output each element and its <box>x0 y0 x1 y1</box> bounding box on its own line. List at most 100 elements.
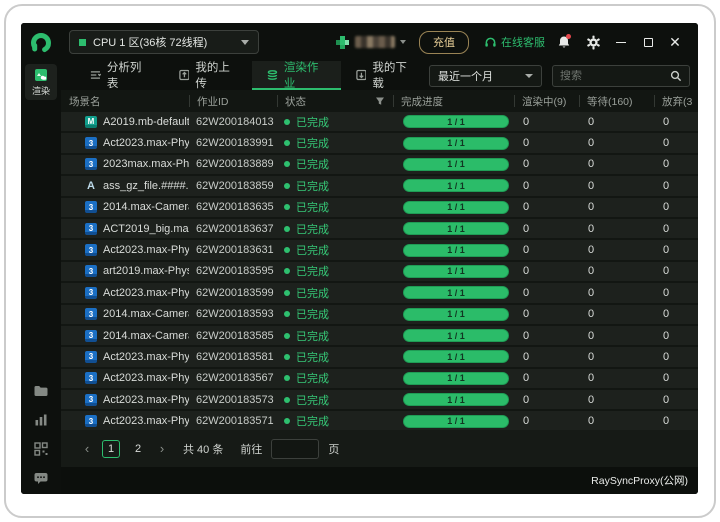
table-row[interactable]: 3 Act2023.max-Phys... 62W200183567 已完成 1… <box>61 369 698 390</box>
table-row[interactable]: 3 2014.max-Camera0... 62W200183593 已完成 1… <box>61 305 698 326</box>
status-dot-icon <box>284 247 290 253</box>
tab-analysis-list[interactable]: 分析列表 <box>75 61 164 90</box>
max-file-icon: 3 <box>85 308 97 320</box>
table-row[interactable]: 3 2023max.max-Phys... 62W200183889 已完成 1… <box>61 155 698 176</box>
search-icon[interactable] <box>670 70 682 82</box>
recharge-button[interactable]: 充值 <box>419 31 469 54</box>
folder-icon[interactable] <box>33 383 49 399</box>
status-cell: 已完成 <box>277 349 393 365</box>
max-file-icon: 3 <box>85 265 97 277</box>
progress-cell: 1 / 1 <box>393 201 514 214</box>
status-cell: 已完成 <box>277 413 393 429</box>
job-id-cell: 62W200183567 <box>189 372 277 384</box>
date-range-dropdown[interactable]: 最近一个月 <box>429 65 542 87</box>
waiting-count: 0 <box>579 158 654 170</box>
job-id-cell: 62W200183595 <box>189 265 277 277</box>
tab-my-downloads[interactable]: 我的下载 <box>341 61 430 90</box>
table-row[interactable]: 3 Act2023.max-Phys... 62W200183631 已完成 1… <box>61 240 698 261</box>
close-button[interactable]: ✕ <box>666 33 684 51</box>
scene-cell: 3 Act2023.max-Phys... <box>61 287 189 299</box>
progress-cell: 1 / 1 <box>393 329 514 342</box>
table-row[interactable]: 3 Act2023.max-Phys... 62W200183571 已完成 1… <box>61 411 698 430</box>
rendering-count: 0 <box>514 244 579 256</box>
zone-indicator-icon <box>79 39 86 46</box>
prev-page-button[interactable]: ‹ <box>81 441 93 456</box>
status-cell: 已完成 <box>277 306 393 322</box>
waiting-count: 0 <box>579 223 654 235</box>
table-row[interactable]: 3 2014.max-Camera0... 62W200183585 已完成 1… <box>61 326 698 347</box>
cpu-zone-dropdown[interactable]: CPU 1 区(36核 72线程) <box>69 30 259 54</box>
search-input[interactable] <box>560 70 670 82</box>
max-file-icon: 3 <box>85 394 97 406</box>
table-row[interactable]: 3 art2019.max-PhysC... 62W200183595 已完成 … <box>61 262 698 283</box>
tab-render-jobs[interactable]: 渲染作业 <box>252 61 341 90</box>
sidebar-item-render[interactable]: 渲染 <box>25 64 57 100</box>
max-file-icon: 3 <box>85 158 97 170</box>
progress-bar: 1 / 1 <box>403 350 509 363</box>
page-button-1[interactable]: 1 <box>102 440 120 458</box>
settings-button[interactable] <box>583 32 603 52</box>
scene-cell: 3 Act2023.max-Phys... <box>61 372 189 384</box>
table-row[interactable]: 3 2014.max-Camera0... 62W200183635 已完成 1… <box>61 198 698 219</box>
filter-controls: 最近一个月 <box>429 61 698 90</box>
column-header-progress: 完成进度 <box>393 95 514 107</box>
minimize-button[interactable] <box>612 33 630 51</box>
status-header-label: 状态 <box>285 95 306 107</box>
job-id-cell: 62W200183859 <box>189 180 277 192</box>
max-file-icon: 3 <box>85 201 97 213</box>
maximize-button[interactable] <box>639 33 657 51</box>
layers-icon <box>267 69 278 81</box>
scene-cell: 3 ACT2019_big.max-... <box>61 223 189 235</box>
waiting-count: 0 <box>579 372 654 384</box>
status-cell: 已完成 <box>277 370 393 386</box>
table-row[interactable]: 3 Act2023.max-Phys... 62W200183581 已完成 1… <box>61 347 698 368</box>
status-label: 已完成 <box>296 178 329 194</box>
table-row[interactable]: A ass_gz_file.####.as... 62W200183859 已完… <box>61 176 698 197</box>
abandoned-count: 0 <box>654 372 698 384</box>
progress-cell: 1 / 1 <box>393 308 514 321</box>
status-dot-icon <box>284 140 290 146</box>
proxy-status-label: RaySyncProxy(公网) <box>591 473 688 488</box>
arnold-file-icon: A <box>85 180 97 192</box>
download-box-icon <box>356 69 367 81</box>
tab-my-uploads[interactable]: 我的上传 <box>164 61 253 90</box>
maya-file-icon: M <box>85 116 97 128</box>
minimize-icon <box>616 42 626 43</box>
job-id-cell: 62W200183635 <box>189 201 277 213</box>
progress-cell: 1 / 1 <box>393 115 514 128</box>
scene-cell: 3 Act2023.max-Phys... <box>61 244 189 256</box>
goto-page-input[interactable] <box>271 439 319 459</box>
abandoned-count: 0 <box>654 265 698 277</box>
online-support-link[interactable]: 在线客服 <box>484 34 545 50</box>
table-row[interactable]: 3 Act2023.max-Phys... 62W200183991 已完成 1… <box>61 133 698 154</box>
funnel-filter-icon[interactable] <box>375 96 385 106</box>
job-id-cell: 62W200183571 <box>189 415 277 427</box>
chat-icon[interactable] <box>33 470 49 486</box>
scene-cell: 3 Act2023.max-Phys... <box>61 415 189 427</box>
table-row[interactable]: 3 Act2023.max-Phys... 62W200183599 已完成 1… <box>61 283 698 304</box>
table-row[interactable]: 3 Act2023.max-Phys... 62W200183573 已完成 1… <box>61 390 698 411</box>
page-button-2[interactable]: 2 <box>129 440 147 458</box>
rendering-count: 0 <box>514 394 579 406</box>
tab-label: 渲染作业 <box>284 59 326 91</box>
table-row[interactable]: M A2019.mb-defaultR... 62W200184013 已完成 … <box>61 112 698 133</box>
scene-name: 2014.max-Camera0... <box>103 201 189 213</box>
job-id-cell: 62W200183599 <box>189 287 277 299</box>
qr-code-icon[interactable] <box>33 441 49 457</box>
progress-cell: 1 / 1 <box>393 393 514 406</box>
bar-chart-icon[interactable] <box>33 412 49 428</box>
username-masked <box>355 36 395 48</box>
table-row[interactable]: 3 ACT2019_big.max-... 62W200183637 已完成 1… <box>61 219 698 240</box>
job-id-cell: 62W200183637 <box>189 223 277 235</box>
page-unit-label: 页 <box>328 441 339 457</box>
job-id-cell: 62W200183889 <box>189 158 277 170</box>
max-file-icon: 3 <box>85 287 97 299</box>
tab-label: 分析列表 <box>107 59 149 91</box>
status-label: 已完成 <box>296 306 329 322</box>
status-cell: 已完成 <box>277 156 393 172</box>
user-menu[interactable] <box>335 35 406 50</box>
progress-bar: 1 / 1 <box>403 222 509 235</box>
next-page-button[interactable]: › <box>156 441 168 456</box>
notifications-button[interactable] <box>554 32 574 52</box>
scene-cell: 3 2014.max-Camera0... <box>61 330 189 342</box>
